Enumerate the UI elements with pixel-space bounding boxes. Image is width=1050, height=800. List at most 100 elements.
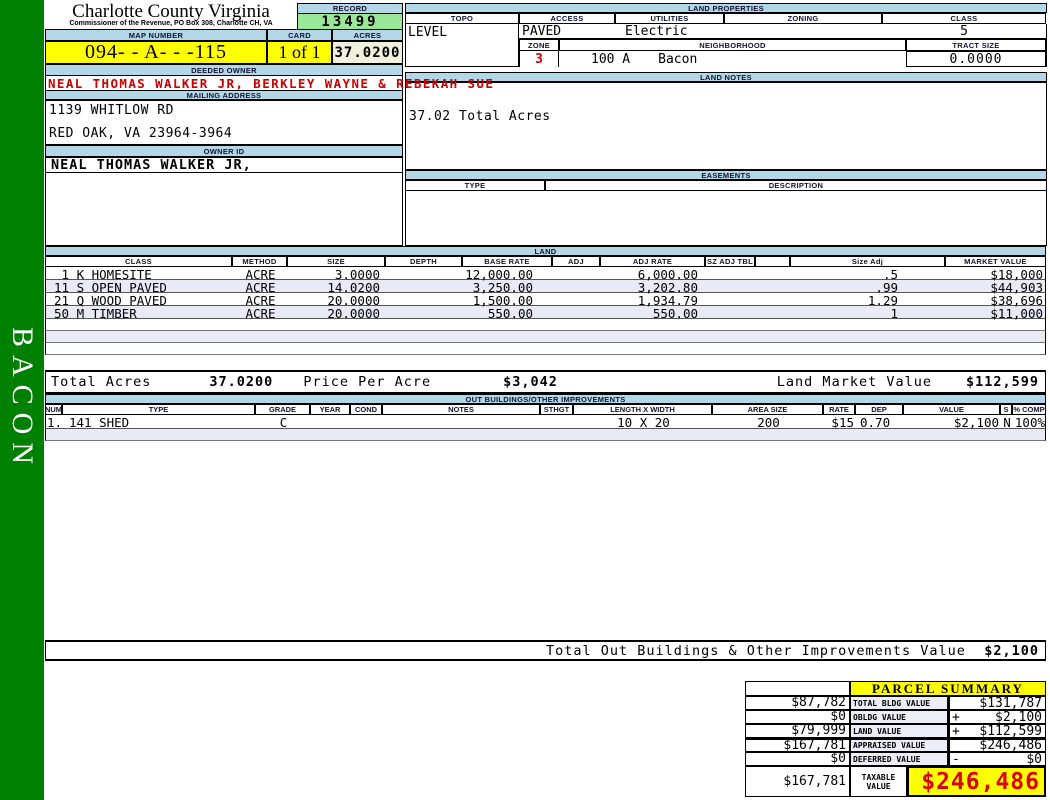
land-table-row: 11 S OPEN PAVED ACRE 14.0200 3,250.00 3,…: [45, 280, 1046, 293]
total-acres-label: Total Acres: [51, 374, 151, 390]
outb-col-year: YEAR: [310, 404, 350, 415]
class-value: 5: [882, 24, 1046, 39]
neighborhood-label: NEIGHBORHOOD: [559, 39, 906, 51]
map-number-label: MAP NUMBER: [45, 29, 267, 41]
summary-operator: +: [950, 710, 962, 725]
easement-description-label: DESCRIPTION: [545, 180, 1047, 191]
parcel-summary: PARCEL SUMMARY $87,782 TOTAL BLDG VALUE …: [745, 681, 1046, 797]
land-col-depth: DEPTH: [385, 256, 462, 267]
land-col-size-adj: Size Adj: [790, 256, 945, 267]
land-col-size: SIZE: [287, 256, 385, 267]
class-label: CLASS: [882, 13, 1046, 24]
zone-label: ZONE: [519, 39, 559, 51]
record-value: 13499: [298, 14, 402, 30]
land-notes-value: 37.02 Total Acres: [405, 82, 1047, 170]
parcel-summary-title: PARCEL SUMMARY: [850, 681, 1046, 696]
top-section: Charlotte County Virginia Commissioner o…: [45, 3, 1046, 246]
access-label: ACCESS: [519, 13, 615, 24]
summary-label: LAND VALUE: [850, 724, 948, 738]
card-value: 1 of 1: [267, 41, 332, 64]
county-title: Charlotte County Virginia: [45, 3, 297, 20]
owner-panel-empty-area: [45, 173, 403, 246]
out-buildings-total-row: Total Out Buildings & Other Improvements…: [45, 640, 1046, 661]
land-table-row: 1 K HOMESITE ACRE 3.0000 12,000.00 6,000…: [45, 267, 1046, 280]
utilities-label: UTILITIES: [615, 13, 724, 24]
price-per-acre-value: $3,042: [503, 374, 558, 390]
owner-id-label: OWNER ID: [45, 145, 403, 157]
district-sidebar: BACON: [0, 0, 44, 800]
topo-label: TOPO: [405, 13, 519, 24]
outb-col-cond: COND: [350, 404, 382, 415]
land-table-header: CLASS METHOD SIZE DEPTH BASE RATE ADJ AD…: [45, 256, 1046, 267]
outb-col-s: S: [1000, 404, 1012, 415]
outb-col-sthgt: STHGT: [540, 404, 573, 415]
outb-col-area-size: AREA SIZE: [712, 404, 823, 415]
utilities-value: Electric: [615, 24, 724, 39]
out-buildings-total-label: Total Out Buildings & Other Improvements…: [546, 643, 966, 659]
summary-operator: +: [950, 724, 962, 739]
prior-value: $87,782: [745, 696, 850, 710]
easement-type-label: TYPE: [405, 180, 545, 191]
access-value: PAVED: [519, 24, 615, 39]
prior-value: $0: [745, 752, 850, 766]
outb-col-pct-comp: % COMP: [1012, 404, 1046, 415]
land-properties-panel: LAND PROPERTIES TOPO ACCESS UTILITIES ZO…: [405, 3, 1047, 246]
summary-label: DEFERRED VALUE: [850, 752, 948, 766]
neighborhood-code: 100 A: [591, 52, 630, 67]
outb-col-rate: RATE: [823, 404, 855, 415]
parcel-summary-row: $0 OBLDG VALUE + $2,100: [745, 710, 1046, 724]
price-per-acre-label: Price Per Acre: [303, 374, 431, 390]
owner-id-value: NEAL THOMAS WALKER JR,: [45, 157, 403, 173]
parcel-summary-row: $167,781 APPRAISED VALUE $246,486: [745, 738, 1046, 752]
taxable-value: $246,486: [907, 766, 1046, 797]
property-record-card: Charlotte County Virginia Commissioner o…: [45, 3, 1046, 797]
prior-value: $167,781: [745, 738, 850, 752]
zoning-label: ZONING: [724, 13, 882, 24]
parcel-summary-blank-cell: [745, 681, 850, 696]
out-buildings-total-value: $2,100: [966, 643, 1045, 659]
easements-title: EASEMENTS: [405, 170, 1047, 180]
address-line1: 1139 WHITLOW RD: [49, 103, 400, 118]
land-col-adj-rate: ADJ RATE: [600, 256, 705, 267]
outb-col-notes: NOTES: [382, 404, 540, 415]
summary-value: $131,787: [962, 696, 1045, 711]
outb-col-num: NUM: [45, 404, 62, 415]
parcel-summary-row: $0 DEFERRED VALUE - $0: [745, 752, 1046, 766]
record-box: RECORD 13499: [297, 3, 403, 29]
land-properties-title: LAND PROPERTIES: [405, 3, 1047, 13]
card-label: CARD: [267, 29, 332, 41]
mailing-address: 1139 WHITLOW RD RED OAK, VA 23964-3964: [45, 100, 403, 145]
land-col-adj: ADJ: [552, 256, 600, 267]
land-market-value-label: Land Market Value: [777, 374, 932, 390]
topo-value: LEVEL: [405, 24, 519, 67]
land-notes-title: LAND NOTES: [405, 72, 1047, 82]
easements-empty-area: [405, 191, 1047, 246]
land-col-method: METHOD: [232, 256, 287, 267]
taxable-prior-value: $167,781: [745, 766, 850, 797]
land-section: LAND CLASS METHOD SIZE DEPTH BASE RATE A…: [45, 246, 1046, 394]
outb-col-value: VALUE: [903, 404, 1000, 415]
county-header: Charlotte County Virginia Commissioner o…: [45, 3, 297, 29]
land-col-base-rate: BASE RATE: [462, 256, 552, 267]
map-number-value: 094- - A- - -115: [45, 41, 267, 64]
land-table-empty-row: [45, 343, 1046, 355]
land-title: LAND: [45, 246, 1046, 256]
prior-value: $79,999: [745, 724, 850, 738]
tract-size-value: 0.0000: [906, 51, 1046, 67]
acres-label: ACRES: [332, 29, 403, 41]
prior-value: $0: [745, 710, 850, 724]
commissioner-line: Commissioner of the Revenue, PO Box 308,…: [45, 20, 297, 27]
neighborhood-value: Bacon: [658, 52, 697, 67]
district-label: BACON: [5, 327, 39, 472]
out-buildings-title: OUT BUILDINGS/OTHER IMPROVEMENTS: [45, 394, 1046, 404]
outb-col-length-width: LENGTH X WIDTH: [573, 404, 712, 415]
land-market-value: $112,599: [966, 374, 1039, 390]
mailing-address-label: MAILING ADDRESS: [45, 90, 403, 100]
summary-value: $112,599: [962, 724, 1045, 739]
land-totals-row: Total Acres 37.0200 Price Per Acre $3,04…: [45, 370, 1046, 394]
out-buildings-header: NUM TYPE GRADE YEAR COND NOTES STHGT LEN…: [45, 404, 1046, 415]
outb-col-dep: DEP: [855, 404, 903, 415]
acres-value: 37.0200: [332, 41, 403, 64]
out-buildings-section: OUT BUILDINGS/OTHER IMPROVEMENTS NUM TYP…: [45, 394, 1046, 441]
summary-operator: -: [950, 752, 962, 767]
